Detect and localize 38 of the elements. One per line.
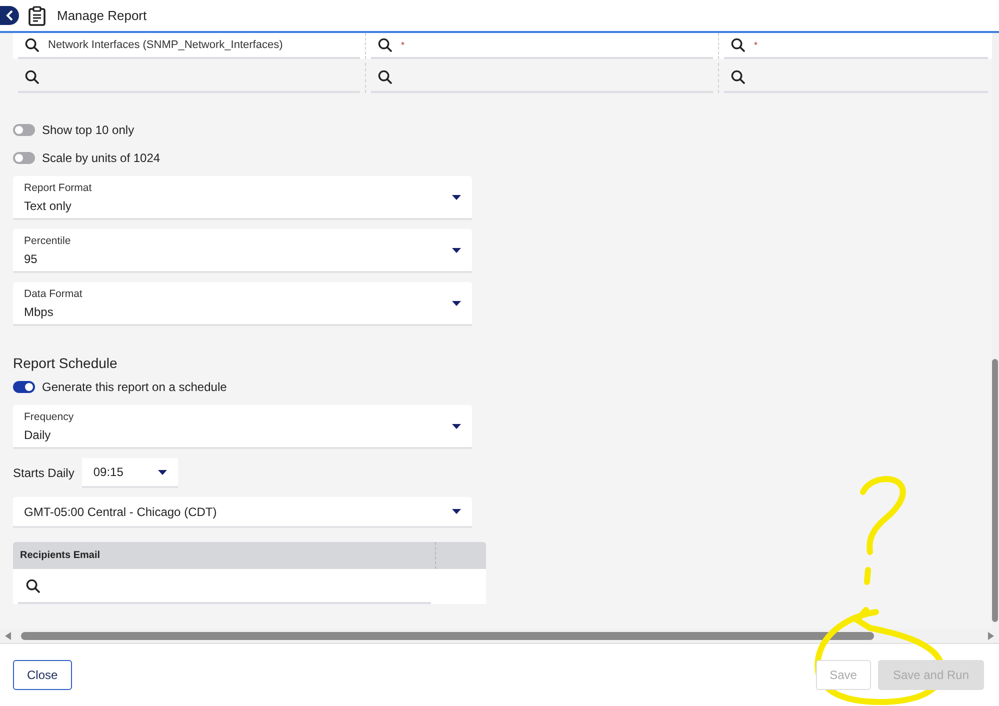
toggle-label: Generate this report on a schedule <box>42 380 227 394</box>
toggle-switch[interactable] <box>13 152 35 164</box>
horizontal-scrollbar[interactable] <box>21 632 874 640</box>
clipboard-icon <box>28 6 46 26</box>
search-icon <box>731 38 745 52</box>
search-field[interactable]: * <box>371 33 713 59</box>
dropdown-field[interactable]: Percentile 95 <box>13 229 472 273</box>
scroll-right-icon <box>988 632 994 640</box>
dropdown-field[interactable]: GMT-05:00 Central - Chicago (CDT) <box>13 497 472 528</box>
caret-icon <box>452 424 461 428</box>
search-icon <box>25 38 39 52</box>
chevron-left-icon <box>6 10 13 21</box>
search-icon <box>378 70 392 84</box>
caret-icon <box>452 300 461 306</box>
caret-icon <box>452 194 461 200</box>
page-title: Manage Report <box>57 8 147 23</box>
search-field[interactable]: * <box>724 33 988 59</box>
dropdown-field[interactable]: Frequency Daily <box>13 405 472 449</box>
caret-icon <box>452 248 461 252</box>
search-icon <box>731 70 745 84</box>
caret-icon <box>158 470 168 474</box>
scroll-left-icon <box>5 632 11 640</box>
toggle-label: Scale by units of 1024 <box>42 151 160 165</box>
toggle-label: Show top 10 only <box>42 123 134 137</box>
dropdown-field[interactable]: Data Format Mbps <box>13 282 472 326</box>
search-icon <box>378 38 392 52</box>
close-button[interactable]: Close <box>13 660 72 690</box>
toggle-switch[interactable] <box>13 124 35 136</box>
time-dropdown[interactable]: 09:15 <box>82 458 178 488</box>
field-label: Starts Daily <box>13 466 74 480</box>
search-icon <box>26 578 40 592</box>
dropdown-field[interactable]: Report Format Text only <box>13 176 472 220</box>
toggle-switch[interactable] <box>13 381 35 393</box>
caret-icon <box>452 509 461 514</box>
search-icon <box>25 70 39 84</box>
search-field[interactable]: Network Interfaces (SNMP_Network_Interfaces) <box>18 33 360 59</box>
section-title: Report Schedule <box>13 355 118 371</box>
back-button[interactable] <box>0 6 19 25</box>
